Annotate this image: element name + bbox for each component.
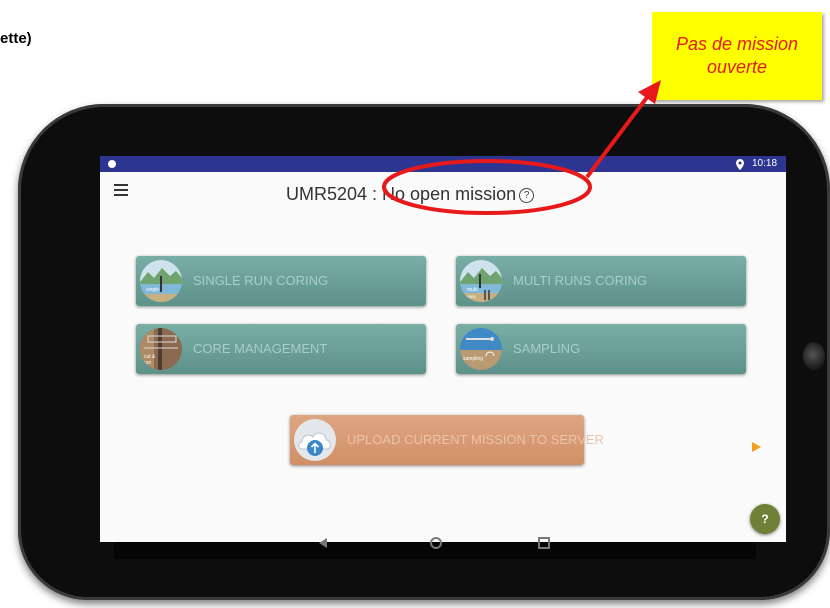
core-management-label: CORE MANAGEMENT [193, 341, 328, 356]
cloud-upload-icon [294, 419, 336, 461]
upload-mission-button[interactable]: UPLOAD CURRENT MISSION TO SERVER [290, 415, 604, 465]
help-icon[interactable]: ? [519, 188, 535, 203]
document-caption-fragment: ette) [0, 30, 32, 47]
single-run-coring-label: SINGLE RUN CORING [193, 273, 329, 288]
page-title-text: UMR5204 : No open mission [286, 184, 517, 204]
pointer-cursor-icon [752, 442, 761, 452]
sampling-label: SAMPLING [513, 341, 581, 356]
page-title: UMR5204 : No open mission? [286, 184, 535, 205]
multi-run-icon-sub: runs [467, 294, 477, 299]
sampling-icon-tag: sampling [463, 356, 483, 362]
android-nav-bar [114, 537, 756, 559]
sampling-icon: sampling [460, 328, 502, 370]
callout-line-1: Pas de mission [675, 34, 799, 54]
core-management-button[interactable]: cut & run CORE MANAGEMENT [136, 324, 426, 374]
nav-recent-apps-icon[interactable] [538, 537, 550, 549]
multi-runs-coring-button[interactable]: multi runs MULTI RUNS CORING [456, 256, 746, 306]
single-run-coring-button[interactable]: single SINGLE RUN CORING [136, 256, 426, 306]
annotation-callout: Pas de mission ouverte [652, 12, 822, 100]
tablet-camera [803, 342, 825, 370]
callout-line-2: ouverte [706, 57, 768, 77]
app-bar: UMR5204 : No open mission? [100, 172, 786, 212]
core-management-icon-tag-2: run [144, 360, 151, 366]
single-run-coring-icon: single [140, 260, 182, 302]
multi-runs-coring-icon: multi runs [460, 260, 502, 302]
callout-text: Pas de mission ouverte [662, 33, 812, 79]
nav-back-icon[interactable] [319, 538, 327, 548]
status-time: 10:18 [752, 158, 778, 169]
sampling-button[interactable]: sampling SAMPLING [456, 324, 746, 374]
help-fab-button[interactable]: ? [750, 504, 780, 534]
core-management-icon: cut & run [140, 328, 182, 370]
multi-runs-coring-label: MULTI RUNS CORING [513, 273, 648, 288]
status-bar: 10:18 [100, 156, 786, 172]
hamburger-menu-icon[interactable] [114, 184, 128, 196]
multi-run-icon-tag: multi [467, 287, 478, 293]
notification-dot-icon [108, 160, 116, 168]
nav-home-icon[interactable] [430, 537, 442, 549]
single-run-icon-tag: single [146, 287, 159, 293]
app-screen: 10:18 UMR5204 : No open mission? single … [100, 156, 786, 542]
location-pin-icon [736, 159, 744, 170]
upload-mission-label: UPLOAD CURRENT MISSION TO SERVER [347, 432, 604, 447]
